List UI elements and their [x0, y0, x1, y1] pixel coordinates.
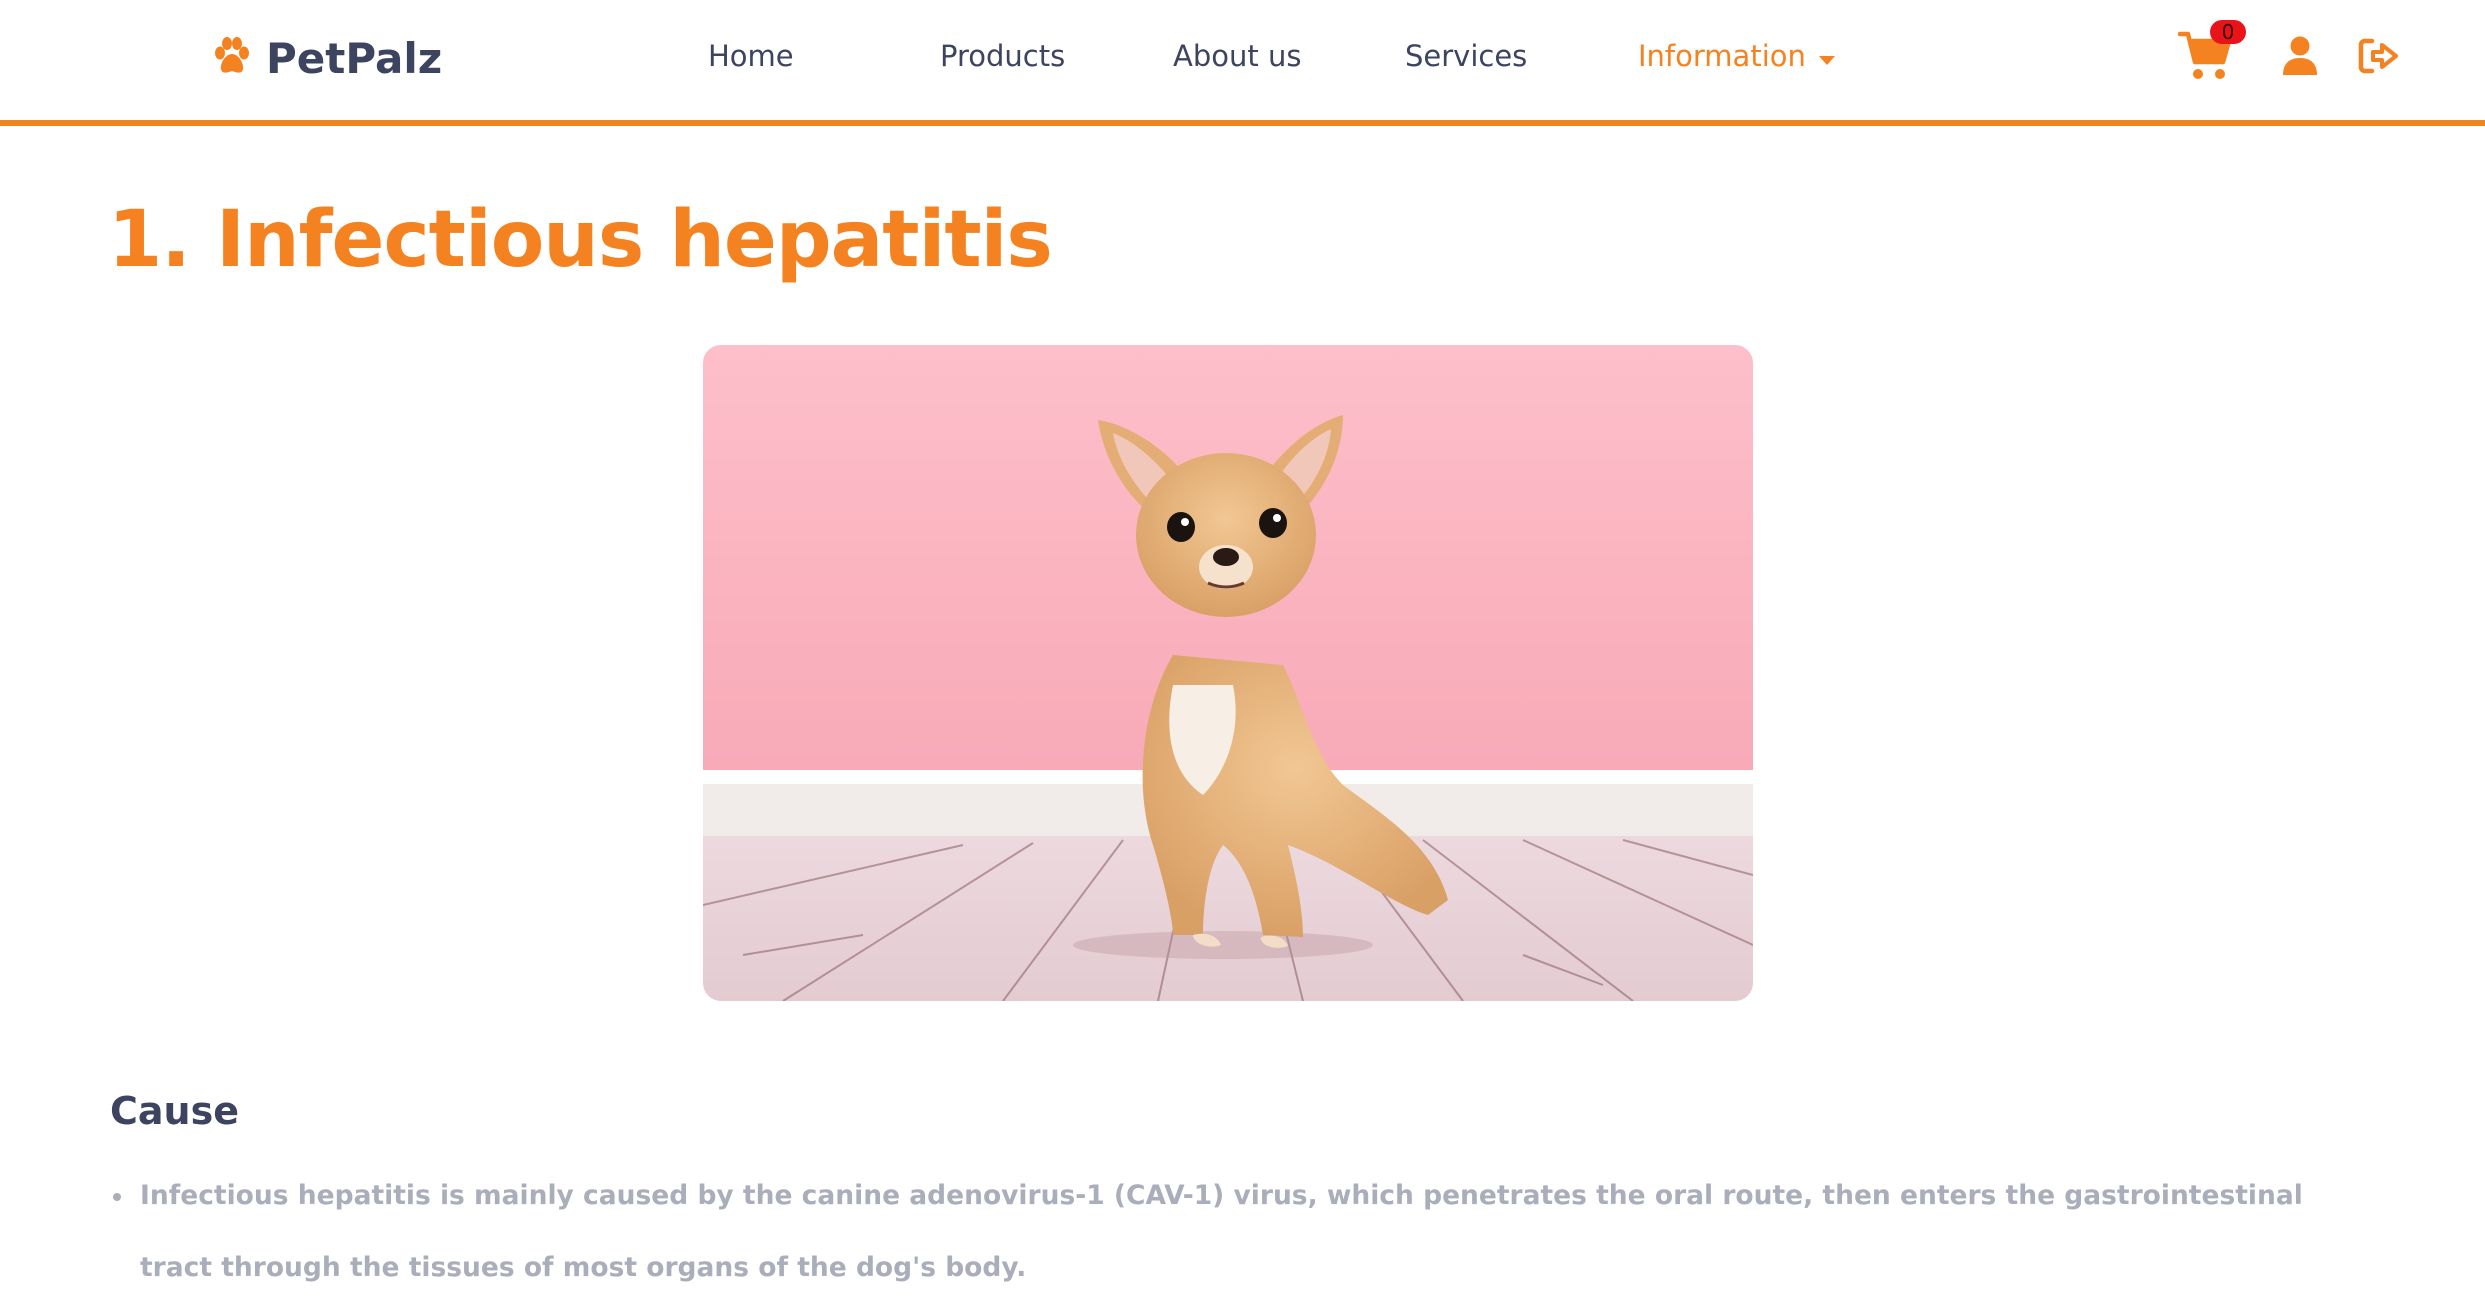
- brand-logo[interactable]: PetPalz: [212, 30, 442, 86]
- nav-home[interactable]: Home: [708, 36, 794, 76]
- cart-count-badge: 0: [2210, 20, 2246, 44]
- brand-name: PetPalz: [266, 33, 443, 83]
- section-heading-cause: Cause: [110, 1089, 239, 1133]
- user-icon: [2282, 36, 2318, 80]
- nav-services[interactable]: Services: [1405, 36, 1527, 76]
- top-navbar: PetPalz Home Products About us Services …: [0, 0, 2485, 126]
- page-title: 1. Infectious hepatitis: [108, 195, 1053, 285]
- list-item: Infectious hepatitis is mainly caused by…: [110, 1160, 2380, 1304]
- nav-information-label: Information: [1638, 39, 1806, 73]
- logout-button[interactable]: [2358, 38, 2400, 78]
- nav-products[interactable]: Products: [940, 36, 1065, 76]
- cart-icon: [2177, 31, 2232, 86]
- cause-list: Infectious hepatitis is mainly caused by…: [110, 1160, 2380, 1304]
- paw-icon: [212, 36, 252, 80]
- caret-down-icon: [1818, 36, 1836, 76]
- account-button[interactable]: [2282, 36, 2318, 80]
- sign-out-icon: [2358, 38, 2400, 78]
- nav-information[interactable]: Information: [1638, 36, 1836, 76]
- nav-about-us[interactable]: About us: [1173, 36, 1301, 76]
- chihuahua-photo: [703, 345, 1753, 1001]
